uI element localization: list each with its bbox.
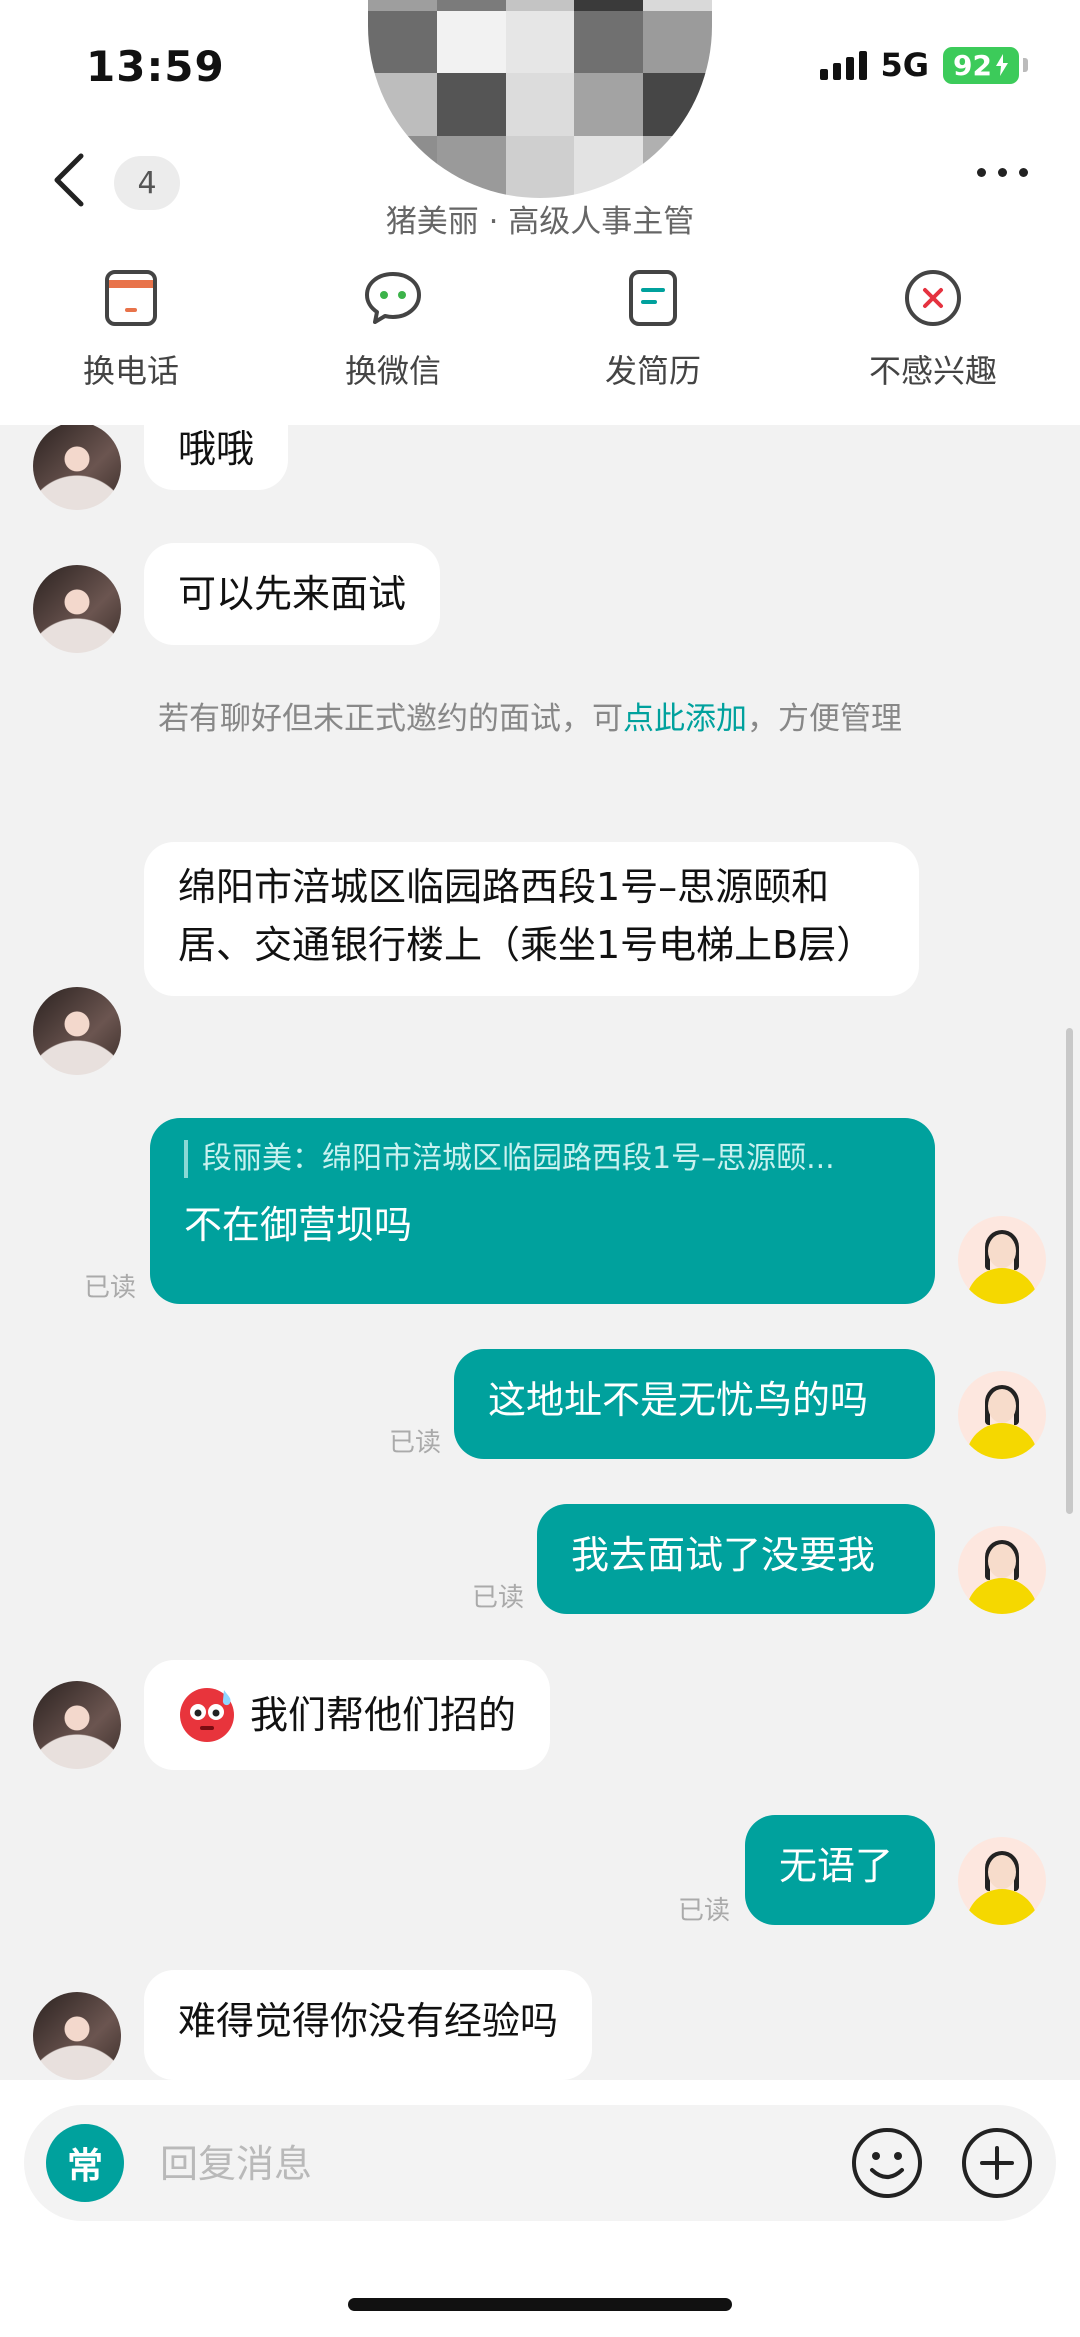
system-note: 若有聊好但未正式邀约的面试，可点此添加，方便管理 (158, 695, 938, 743)
message-text: 无语了 (779, 1844, 894, 1888)
plus-icon[interactable] (960, 2126, 1034, 2200)
incoming-message[interactable]: 绵阳市涪城区临园路西段1号–思源颐和居、交通银行楼上（乘坐1号电梯上B层） (144, 842, 919, 996)
common-phrases-button[interactable]: 常 (46, 2124, 124, 2202)
read-receipt: 已读 (389, 1428, 442, 1458)
my-avatar[interactable] (958, 1837, 1046, 1925)
my-avatar[interactable] (958, 1216, 1046, 1304)
action-label: 不感兴趣 (868, 352, 997, 390)
exchange-wechat-button[interactable]: 换微信 (303, 268, 483, 392)
incoming-message[interactable]: 哦哦 (144, 425, 289, 490)
message-text: 绵阳市涪城区临园路西段1号–思源颐和居、交通银行楼上（乘坐1号电梯上B层） (178, 865, 875, 967)
top-bar: 13:59 5G 92 4 猪美丽 · 高级人事主管 换电话 换微信 发简历 不… (0, 0, 1080, 425)
sender-avatar[interactable] (33, 1992, 121, 2080)
action-label: 换微信 (344, 352, 441, 390)
action-label: 换电话 (82, 352, 179, 390)
outgoing-message[interactable]: 我去面试了没要我 (537, 1504, 935, 1614)
wechat-icon (365, 272, 421, 324)
status-indicators: 5G 92 (819, 46, 1028, 84)
read-receipt: 已读 (84, 1273, 137, 1303)
quoted-message[interactable]: 段丽美：绵阳市涪城区临园路西段1号–思源颐... (184, 1140, 901, 1178)
message-text: 可以先来面试 (178, 572, 407, 616)
emoji-icon[interactable] (850, 2126, 924, 2200)
sender-avatar[interactable] (33, 987, 121, 1075)
outgoing-message[interactable]: 段丽美：绵阳市涪城区临园路西段1号–思源颐... 不在御营坝吗 (150, 1118, 935, 1304)
incoming-message[interactable]: 我们帮他们招的 (144, 1660, 551, 1770)
resume-icon (629, 270, 677, 326)
chat-area[interactable]: 哦哦 可以先来面试 若有聊好但未正式邀约的面试，可点此添加，方便管理 绵阳市涪城… (0, 425, 1080, 2080)
reply-input[interactable]: 回复消息 (160, 2133, 312, 2188)
contact-subtitle: 猪美丽 · 高级人事主管 (385, 204, 695, 240)
network-type: 5G (880, 46, 930, 84)
phone-card-icon (105, 270, 157, 326)
contact-avatar-pixelated[interactable] (368, 0, 712, 198)
message-text: 我去面试了没要我 (571, 1533, 876, 1577)
battery-level: 92 (953, 48, 992, 82)
message-text: 哦哦 (178, 427, 255, 471)
scrollbar[interactable] (1066, 1028, 1073, 1514)
sender-avatar[interactable] (33, 425, 121, 510)
exchange-phone-button[interactable]: 换电话 (41, 268, 221, 392)
incoming-message[interactable]: 难得觉得你没有经验吗 (144, 1970, 593, 2080)
action-label: 发简历 (604, 352, 701, 390)
home-indicator[interactable] (348, 2298, 732, 2311)
send-resume-button[interactable]: 发简历 (563, 268, 743, 392)
battery-icon: 92 (943, 46, 1019, 84)
signal-icon (819, 50, 867, 80)
more-options-icon[interactable] (977, 168, 1028, 177)
sender-avatar[interactable] (33, 1681, 121, 1769)
message-text: 这地址不是无忧鸟的吗 (488, 1378, 869, 1422)
system-note-suffix: ，方便管理 (747, 701, 902, 737)
not-interested-button[interactable]: 不感兴趣 (843, 268, 1023, 392)
sender-avatar[interactable] (33, 565, 121, 653)
reply-input-bar: 常 回复消息 (24, 2105, 1056, 2221)
battery-tip (1023, 58, 1028, 72)
bottom-input-area: 常 回复消息 (0, 2080, 1080, 2337)
my-avatar[interactable] (958, 1526, 1046, 1614)
status-time: 13:59 (86, 42, 225, 91)
incoming-message[interactable]: 可以先来面试 (144, 543, 441, 645)
message-text: 不在御营坝吗 (184, 1203, 413, 1247)
message-text: 难得觉得你没有经验吗 (178, 1999, 559, 2043)
outgoing-message[interactable]: 无语了 (745, 1815, 935, 1925)
read-receipt: 已读 (472, 1583, 525, 1613)
read-receipt: 已读 (678, 1896, 731, 1926)
not-interested-icon (905, 270, 961, 326)
system-note-prefix: 若有聊好但未正式邀约的面试，可 (158, 701, 623, 737)
outgoing-message[interactable]: 这地址不是无忧鸟的吗 (454, 1349, 935, 1459)
my-avatar[interactable] (958, 1371, 1046, 1459)
anxious-emoji-icon (180, 1688, 234, 1742)
message-text: 我们帮他们招的 (250, 1693, 517, 1737)
add-interview-link[interactable]: 点此添加 (623, 701, 747, 737)
